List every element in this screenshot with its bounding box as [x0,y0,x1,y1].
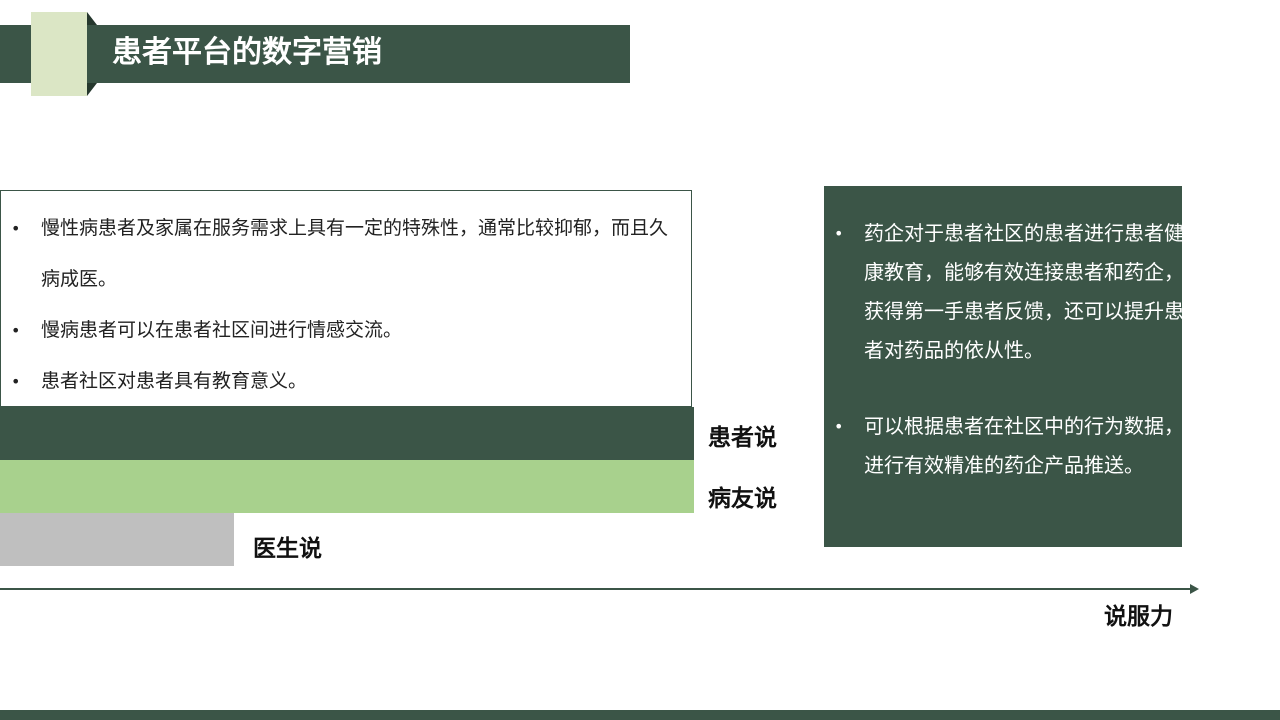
patient-says-label: 患者说 [708,425,777,451]
pharma-benefits-box: 药企对于患者社区的患者进行患者健康教育，能够有效连接患者和药企，获得第一手患者反… [824,186,1184,547]
patient-needs-box: 慢性病患者及家属在服务需求上具有一定的特殊性，通常比较抑郁，而且久病成医。 慢病… [0,190,692,407]
doctor-says-label: 医生说 [253,536,322,562]
pharma-benefits-list: 药企对于患者社区的患者进行患者健康教育，能够有效连接患者和药企，获得第一手患者反… [824,214,1184,485]
list-item: 患者社区对患者具有教育意义。 [1,356,681,407]
list-item: 药企对于患者社区的患者进行患者健康教育，能够有效连接患者和药企，获得第一手患者反… [824,214,1184,370]
persuasion-axis-line [0,588,1190,590]
peer-says-label: 病友说 [708,486,777,512]
list-item: 慢性病患者及家属在服务需求上具有一定的特殊性，通常比较抑郁，而且久病成医。 [1,203,681,305]
title-accent-block [31,12,87,96]
page-title: 患者平台的数字营销 [112,35,382,70]
list-item: 慢病患者可以在患者社区间进行情感交流。 [1,305,681,356]
persuasion-axis-label: 说服力 [1104,604,1173,630]
title-accent-fold-top [87,12,97,25]
title-accent-fold-bottom [87,83,97,96]
axis-arrow-icon [1190,584,1199,594]
footer-bar [0,710,1280,720]
list-item: 可以根据患者在社区中的行为数据，进行有效精准的药企产品推送。 [824,407,1184,485]
patient-needs-list: 慢性病患者及家属在服务需求上具有一定的特殊性，通常比较抑郁，而且久病成医。 慢病… [1,203,681,407]
doctor-says-bar [0,513,234,566]
patient-says-bar [0,407,694,460]
peer-says-bar [0,460,694,513]
